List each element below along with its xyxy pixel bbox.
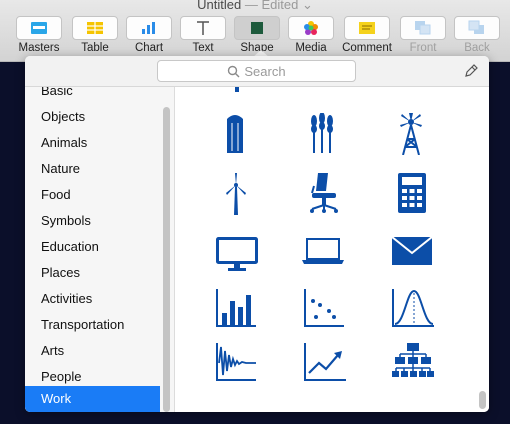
- comment-button[interactable]: [344, 16, 390, 40]
- back-icon: [468, 20, 484, 34]
- text-label: Text: [192, 42, 214, 54]
- windmill-icon[interactable]: [396, 113, 426, 155]
- category-education[interactable]: Education: [25, 234, 160, 260]
- chart-button[interactable]: [126, 16, 172, 40]
- back-button[interactable]: [454, 16, 500, 40]
- office-chair-icon[interactable]: [308, 173, 340, 213]
- masters-button[interactable]: [16, 16, 62, 40]
- category-sidebar: Basic Objects Animals Nature Food Symbol…: [25, 87, 175, 412]
- shape-button[interactable]: [234, 16, 280, 40]
- category-food[interactable]: Food: [25, 182, 160, 208]
- popover-header: Search: [25, 56, 489, 87]
- text-button[interactable]: [180, 16, 226, 40]
- category-symbols[interactable]: Symbols: [25, 208, 160, 234]
- category-places[interactable]: Places: [25, 260, 160, 286]
- table-icon: [87, 22, 103, 34]
- pen-icon[interactable]: [463, 63, 479, 79]
- category-basic[interactable]: Basic: [25, 87, 160, 104]
- shape-icon: [251, 22, 263, 34]
- back-label: Back: [464, 42, 490, 54]
- masters-label: Masters: [18, 42, 60, 54]
- sidebar-scrollbar[interactable]: [163, 107, 170, 412]
- bell-curve-icon[interactable]: [392, 289, 434, 327]
- front-label: Front: [409, 42, 437, 54]
- shape-grid: [176, 87, 489, 412]
- comment-label: Comment: [342, 42, 392, 54]
- chevron-down-icon[interactable]: ⌄: [302, 0, 313, 12]
- category-nature[interactable]: Nature: [25, 156, 160, 182]
- front-button[interactable]: [400, 16, 446, 40]
- masters-icon: [31, 22, 47, 34]
- edited-status: — Edited: [244, 0, 299, 12]
- category-transportation[interactable]: Transportation: [25, 312, 160, 338]
- category-activities[interactable]: Activities: [25, 286, 160, 312]
- search-field[interactable]: Search: [157, 60, 356, 82]
- table-button[interactable]: [72, 16, 118, 40]
- comment-icon: [359, 22, 375, 34]
- chart-icon: [142, 22, 155, 34]
- media-label: Media: [295, 42, 327, 54]
- chart-label: Chart: [134, 42, 164, 54]
- category-arts[interactable]: Arts: [25, 338, 160, 364]
- trend-up-icon[interactable]: [304, 343, 346, 381]
- shape-library-popover: Search Basic Objects Animals Nature Food…: [25, 56, 489, 412]
- oscillation-graph-icon[interactable]: [216, 343, 256, 381]
- category-work[interactable]: Work: [25, 386, 160, 412]
- laptop-icon[interactable]: [302, 237, 344, 265]
- window-title: Untitled — Edited ⌄: [0, 0, 510, 13]
- bar-chart-icon[interactable]: [216, 289, 256, 327]
- wheat-icon[interactable]: [308, 113, 336, 153]
- monitor-icon[interactable]: [216, 237, 258, 271]
- grain-silo-icon[interactable]: [223, 111, 247, 155]
- front-icon: [415, 21, 431, 35]
- wind-turbine-icon[interactable]: [224, 173, 248, 215]
- search-icon: [228, 65, 240, 77]
- category-animals[interactable]: Animals: [25, 130, 160, 156]
- calculator-icon[interactable]: [398, 173, 426, 213]
- partial-shape-icon[interactable]: [232, 87, 242, 93]
- table-label: Table: [81, 42, 109, 54]
- text-icon: [197, 21, 209, 35]
- envelope-icon[interactable]: [392, 237, 432, 265]
- media-icon: [304, 21, 318, 35]
- category-objects[interactable]: Objects: [25, 104, 160, 130]
- media-button[interactable]: [288, 16, 334, 40]
- org-chart-icon[interactable]: [392, 343, 434, 379]
- scatter-plot-icon[interactable]: [304, 289, 344, 327]
- document-name: Untitled: [197, 0, 242, 12]
- grid-scrollbar[interactable]: [479, 391, 486, 409]
- search-placeholder: Search: [244, 63, 286, 79]
